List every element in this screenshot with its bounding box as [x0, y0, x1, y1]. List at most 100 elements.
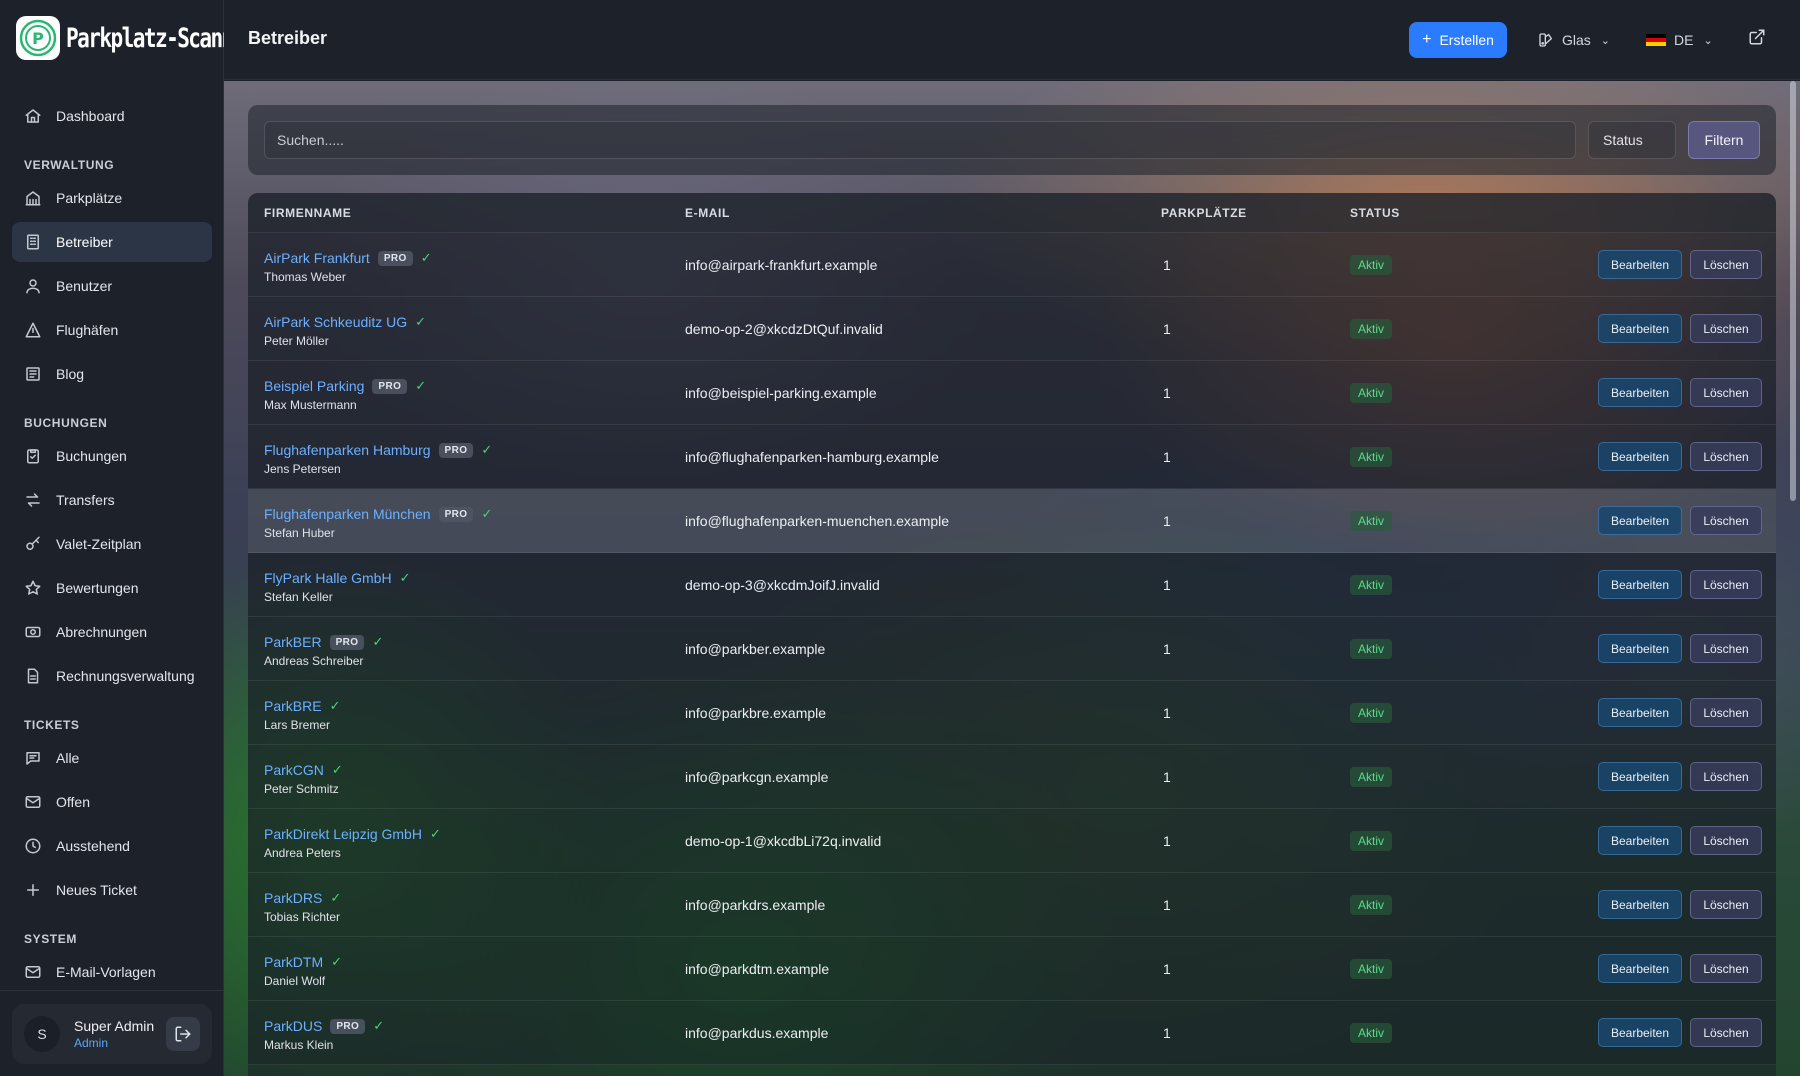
table-row: Beispiel Parking PRO ✓ Max Mustermann info@b…	[248, 361, 1776, 425]
sidebar-item-abrechnungen[interactable]: Abrechnungen	[12, 612, 212, 652]
company-cell: Beispiel Parking PRO ✓ Max Mustermann	[264, 377, 426, 412]
company-name-link[interactable]: AirPark Schkeuditz UG	[264, 314, 407, 330]
sidebar-item-dashboard[interactable]: Dashboard	[12, 96, 212, 136]
create-button[interactable]: + Erstellen	[1409, 22, 1507, 58]
sidebar-item-label: Benutzer	[56, 278, 113, 294]
delete-button[interactable]: Löschen	[1690, 826, 1762, 855]
table-row: ParkDRS ✓ Tobias Richter info@parkdrs.examp…	[248, 873, 1776, 937]
plane-icon	[24, 321, 42, 339]
external-link-button[interactable]	[1748, 28, 1770, 50]
avatar[interactable]: S	[24, 1016, 60, 1052]
edit-button[interactable]: Bearbeiten	[1598, 762, 1682, 791]
parking-spots-cell: 1	[1163, 1025, 1171, 1041]
edit-button[interactable]: Bearbeiten	[1598, 442, 1682, 471]
sidebar-item-neues-ticket[interactable]: Neues Ticket	[12, 870, 212, 910]
company-name-link[interactable]: FlyPark Halle GmbH	[264, 570, 392, 586]
edit-button[interactable]: Bearbeiten	[1598, 1018, 1682, 1047]
column-header-company[interactable]: FIRMENNAME	[264, 206, 351, 220]
sidebar-item-betreiber[interactable]: Betreiber	[12, 222, 212, 262]
theme-select[interactable]: Glas ⌄	[1528, 22, 1620, 58]
scrollbar[interactable]	[1790, 81, 1796, 501]
delete-button[interactable]: Löschen	[1690, 1018, 1762, 1047]
user-name: Super Admin	[74, 1018, 155, 1034]
sidebar-item-label: Ausstehend	[56, 838, 130, 854]
edit-button[interactable]: Bearbeiten	[1598, 954, 1682, 983]
status-badge: Aktiv	[1350, 575, 1393, 595]
sidebar-item-label: Transfers	[56, 492, 115, 508]
verified-check-icon: ✓	[373, 1018, 385, 1033]
contact-name: Max Mustermann	[264, 398, 357, 412]
edit-button[interactable]: Bearbeiten	[1598, 378, 1682, 407]
company-name-link[interactable]: ParkDRS	[264, 890, 322, 906]
edit-button[interactable]: Bearbeiten	[1598, 890, 1682, 919]
email-cell: info@airpark-frankfurt.example	[685, 257, 878, 273]
theme-select-label: Glas	[1562, 32, 1591, 48]
mail-icon	[24, 963, 42, 981]
delete-button[interactable]: Löschen	[1690, 314, 1762, 343]
column-header-email[interactable]: E-MAIL	[685, 206, 730, 220]
company-name-link[interactable]: Flughafenparken München	[264, 506, 431, 522]
edit-button[interactable]: Bearbeiten	[1598, 826, 1682, 855]
company-name-link[interactable]: Beispiel Parking	[264, 378, 364, 394]
delete-button[interactable]: Löschen	[1690, 250, 1762, 279]
company-cell: ParkDTM ✓ Daniel Wolf	[264, 953, 342, 988]
sidebar-item-benutzer[interactable]: Benutzer	[12, 266, 212, 306]
sidebar-item-e-mail-vorlagen[interactable]: E-Mail-Vorlagen	[12, 952, 212, 992]
sidebar-item-flughaefen[interactable]: Flughäfen	[12, 310, 212, 350]
filter-bar: Status Filtern	[248, 105, 1776, 175]
company-name-link[interactable]: ParkDUS	[264, 1018, 322, 1034]
status-select[interactable]: Status	[1588, 121, 1676, 159]
edit-button[interactable]: Bearbeiten	[1598, 250, 1682, 279]
sidebar-item-rechnungsverwaltung[interactable]: Rechnungsverwaltung	[12, 656, 212, 696]
pro-badge: PRO	[329, 634, 365, 650]
edit-button[interactable]: Bearbeiten	[1598, 634, 1682, 663]
company-cell: ParkBER PRO ✓ Andreas Schreiber	[264, 633, 383, 668]
sidebar-item-ausstehend[interactable]: Ausstehend	[12, 826, 212, 866]
company-name-link[interactable]: ParkBRE	[264, 698, 322, 714]
delete-button[interactable]: Löschen	[1690, 378, 1762, 407]
delete-button[interactable]: Löschen	[1690, 762, 1762, 791]
delete-button[interactable]: Löschen	[1690, 698, 1762, 727]
company-name-link[interactable]: ParkDirekt Leipzig GmbH	[264, 826, 422, 842]
edit-button[interactable]: Bearbeiten	[1598, 506, 1682, 535]
company-name-link[interactable]: Flughafenparken Hamburg	[264, 442, 431, 458]
edit-button[interactable]: Bearbeiten	[1598, 314, 1682, 343]
table-row: ParkDirekt Leipzig GmbH ✓ Andrea Peters dem…	[248, 809, 1776, 873]
company-name-link[interactable]: ParkDTM	[264, 954, 323, 970]
sidebar-item-valet-zeitplan[interactable]: Valet-Zeitplan	[12, 524, 212, 564]
sidebar-item-label: Abrechnungen	[56, 624, 148, 640]
table-row: Flughafenparken München PRO ✓ Stefan Huber i…	[248, 489, 1776, 553]
sidebar-item-bewertungen[interactable]: Bewertungen	[12, 568, 212, 608]
sidebar-item-blog[interactable]: Blog	[12, 354, 212, 394]
delete-button[interactable]: Löschen	[1690, 442, 1762, 471]
contact-name: Lars Bremer	[264, 718, 331, 732]
column-header-status[interactable]: STATUS	[1350, 206, 1400, 220]
column-header-parking-spots[interactable]: PARKPLÄTZE	[1161, 206, 1247, 220]
sidebar-item-offen[interactable]: Offen	[12, 782, 212, 822]
language-select[interactable]: DE ⌄	[1636, 22, 1723, 58]
email-cell: info@flughafenparken-hamburg.example	[685, 449, 939, 465]
delete-button[interactable]: Löschen	[1690, 954, 1762, 983]
delete-button[interactable]: Löschen	[1690, 570, 1762, 599]
mail-icon	[24, 793, 42, 811]
edit-button[interactable]: Bearbeiten	[1598, 698, 1682, 727]
delete-button[interactable]: Löschen	[1690, 506, 1762, 535]
status-badge: Aktiv	[1350, 319, 1393, 339]
sidebar-item-parkplaetze[interactable]: Parkplätze	[12, 178, 212, 218]
pro-badge: PRO	[372, 378, 408, 394]
delete-button[interactable]: Löschen	[1690, 890, 1762, 919]
filter-button[interactable]: Filtern	[1688, 121, 1760, 159]
sidebar-item-transfers[interactable]: Transfers	[12, 480, 212, 520]
verified-check-icon: ✓	[481, 506, 493, 521]
edit-button[interactable]: Bearbeiten	[1598, 570, 1682, 599]
company-name-link[interactable]: ParkBER	[264, 634, 322, 650]
company-name-link[interactable]: ParkCGN	[264, 762, 324, 778]
sidebar-item-buchungen[interactable]: Buchungen	[12, 436, 212, 476]
palette-icon	[1539, 33, 1553, 47]
delete-button[interactable]: Löschen	[1690, 634, 1762, 663]
company-name-link[interactable]: AirPark Frankfurt	[264, 250, 370, 266]
logout-button[interactable]	[166, 1017, 200, 1051]
search-input[interactable]	[264, 121, 1576, 159]
sidebar-item-label: Parkplätze	[56, 190, 123, 206]
sidebar-item-alle[interactable]: Alle	[12, 738, 212, 778]
